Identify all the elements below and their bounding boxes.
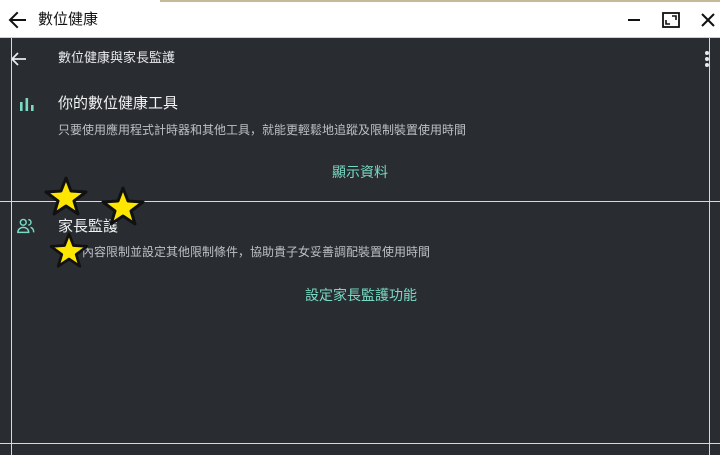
window-back-icon[interactable] [6,9,28,31]
star-marker-icon [49,232,89,268]
parental-controls-description: 內容限制並設定其他限制條件，協助貴子女妥善調配裝置使用時間 [82,245,431,259]
star-marker-icon [44,176,88,216]
guide-line-right [709,38,710,455]
maximize-icon[interactable] [661,10,681,30]
window-title-bar: 數位健康 [0,0,720,38]
setup-parental-controls-button[interactable]: 設定家長監護功能 [305,286,417,306]
guide-line-bottom [0,443,720,444]
minimize-icon[interactable] [624,10,644,30]
page-title: 數位健康與家長監護 [58,51,176,66]
star-marker-icon [101,186,145,226]
wellbeing-title: 你的數位健康工具 [58,94,179,112]
wellbeing-description: 只要使用應用程式計時器和其他工具，就能更輕鬆地追蹤及限制裝置使用時間 [58,123,467,137]
title-bar-edge [160,0,720,2]
bar-chart-icon [20,98,34,111]
people-icon [17,218,35,234]
app-back-icon[interactable] [10,50,28,68]
guide-line-left [11,38,12,455]
window-title: 數位健康 [38,10,99,28]
show-data-button[interactable]: 顯示資料 [332,163,388,183]
close-icon[interactable] [698,10,718,30]
